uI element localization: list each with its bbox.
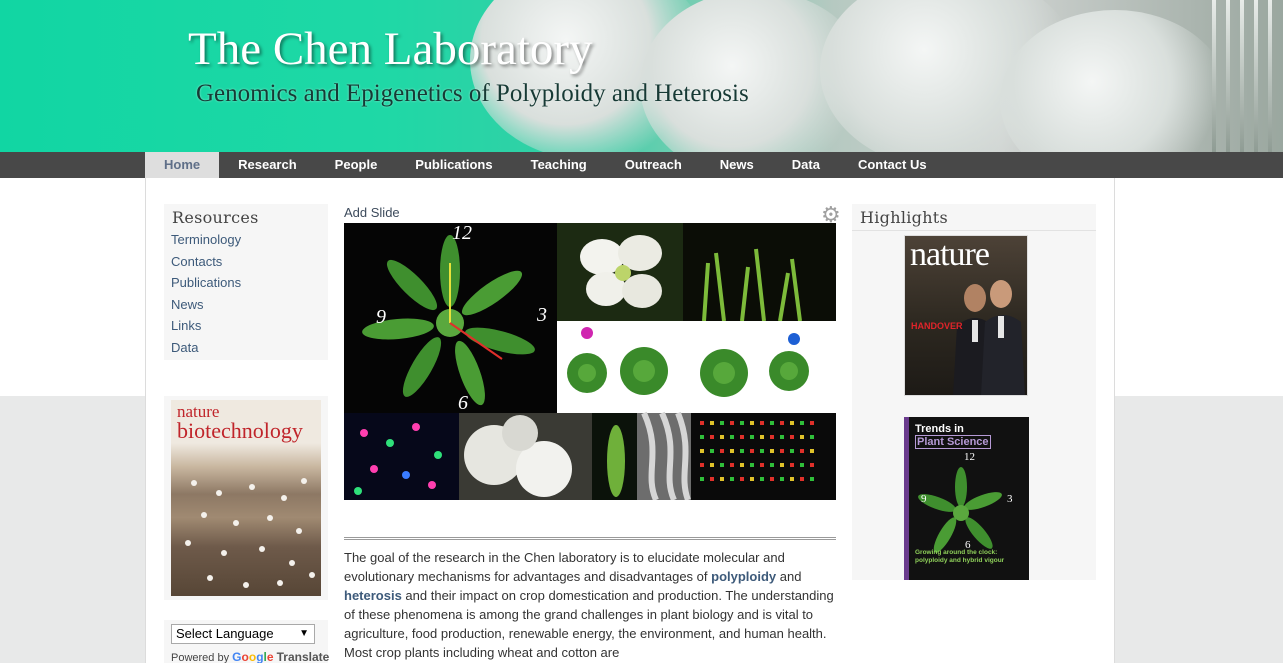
dropdown-arrow-icon: ▼ — [299, 628, 309, 639]
clock-number-3: 3 — [536, 304, 547, 326]
translate-link[interactable]: Translate — [277, 650, 330, 663]
header-banner: The Chen Laboratory Genomics and Epigene… — [0, 0, 1283, 152]
nav-item-publications[interactable]: Publications — [396, 152, 511, 178]
slideshow-image: 12 3 6 9 — [344, 223, 836, 500]
resources-heading: Resources — [172, 208, 259, 227]
resources-link-terminology[interactable]: Terminology — [171, 229, 321, 251]
resources-link-contacts[interactable]: Contacts — [171, 251, 321, 273]
intro-paragraph: The goal of the research in the Chen lab… — [344, 550, 834, 660]
powered-by-label: Powered by — [171, 652, 230, 663]
nature-biotechnology-cover[interactable]: nature biotechnology — [171, 400, 321, 596]
content-divider — [344, 537, 836, 540]
cover-title-line2: biotechnology — [177, 418, 303, 443]
clock-number-6: 6 — [458, 392, 468, 414]
highlights-heading: Highlights — [852, 204, 1096, 231]
nav-item-outreach[interactable]: Outreach — [606, 152, 701, 178]
nature-biotechnology-cover-widget: nature biotechnology — [164, 396, 328, 600]
nav-item-people[interactable]: People — [316, 152, 397, 178]
resources-link-data[interactable]: Data — [171, 337, 321, 359]
nav-item-data[interactable]: Data — [773, 152, 839, 178]
google-translate-widget: Select Language ▼ Powered by Google Tran… — [164, 620, 329, 663]
trends-in-plant-science-cover[interactable]: Trends in Plant Science 12 3 6 9 Growing… — [904, 417, 1029, 580]
google-logo[interactable]: Google — [232, 650, 273, 663]
clock-number-9: 9 — [376, 306, 386, 328]
add-slide-link[interactable]: Add Slide — [344, 205, 400, 220]
language-select-value: Select Language — [176, 626, 274, 641]
highlights-widget: Highlights nature HANDOVER Trends in Pla… — [852, 204, 1096, 580]
trends-clock-3: 3 — [1007, 493, 1013, 505]
nature-journal-cover[interactable]: nature HANDOVER — [904, 235, 1028, 396]
heterosis-link[interactable]: heterosis — [344, 588, 402, 603]
language-select[interactable]: Select Language ▼ — [171, 624, 315, 644]
main-nav: Home Research People Publications Teachi… — [0, 152, 1283, 178]
polyploidy-link[interactable]: polyploidy — [711, 569, 776, 584]
site-title: The Chen Laboratory — [188, 23, 593, 75]
research-slideshow[interactable]: 12 3 6 9 — [344, 223, 836, 500]
nav-item-home[interactable]: Home — [145, 152, 220, 178]
trends-clock-12: 12 — [964, 451, 975, 463]
nature-cover-photo — [953, 280, 1025, 395]
resources-widget: Resources Terminology Contacts Publicati… — [164, 204, 328, 360]
trends-cover-title-line1: Trends in — [915, 423, 964, 435]
trends-clock-9: 9 — [921, 493, 927, 505]
nav-item-contact-us[interactable]: Contact Us — [839, 152, 946, 178]
nav-item-teaching[interactable]: Teaching — [512, 152, 606, 178]
resources-link-links[interactable]: Links — [171, 315, 321, 337]
nav-item-research[interactable]: Research — [219, 152, 316, 178]
clock-number-12: 12 — [452, 223, 472, 244]
trends-cover-caption: Growing around the clock: polyploidy and… — [915, 549, 1005, 564]
powered-by-google-translate: Powered by Google Translate — [171, 650, 329, 663]
resources-link-publications[interactable]: Publications — [171, 272, 321, 294]
nav-item-news[interactable]: News — [701, 152, 773, 178]
site-subtitle: Genomics and Epigenetics of Polyploidy a… — [196, 80, 749, 107]
resources-link-news[interactable]: News — [171, 294, 321, 316]
trends-cover-title-line2: Plant Science — [915, 435, 991, 449]
nature-cover-headline: HANDOVER — [911, 321, 963, 331]
